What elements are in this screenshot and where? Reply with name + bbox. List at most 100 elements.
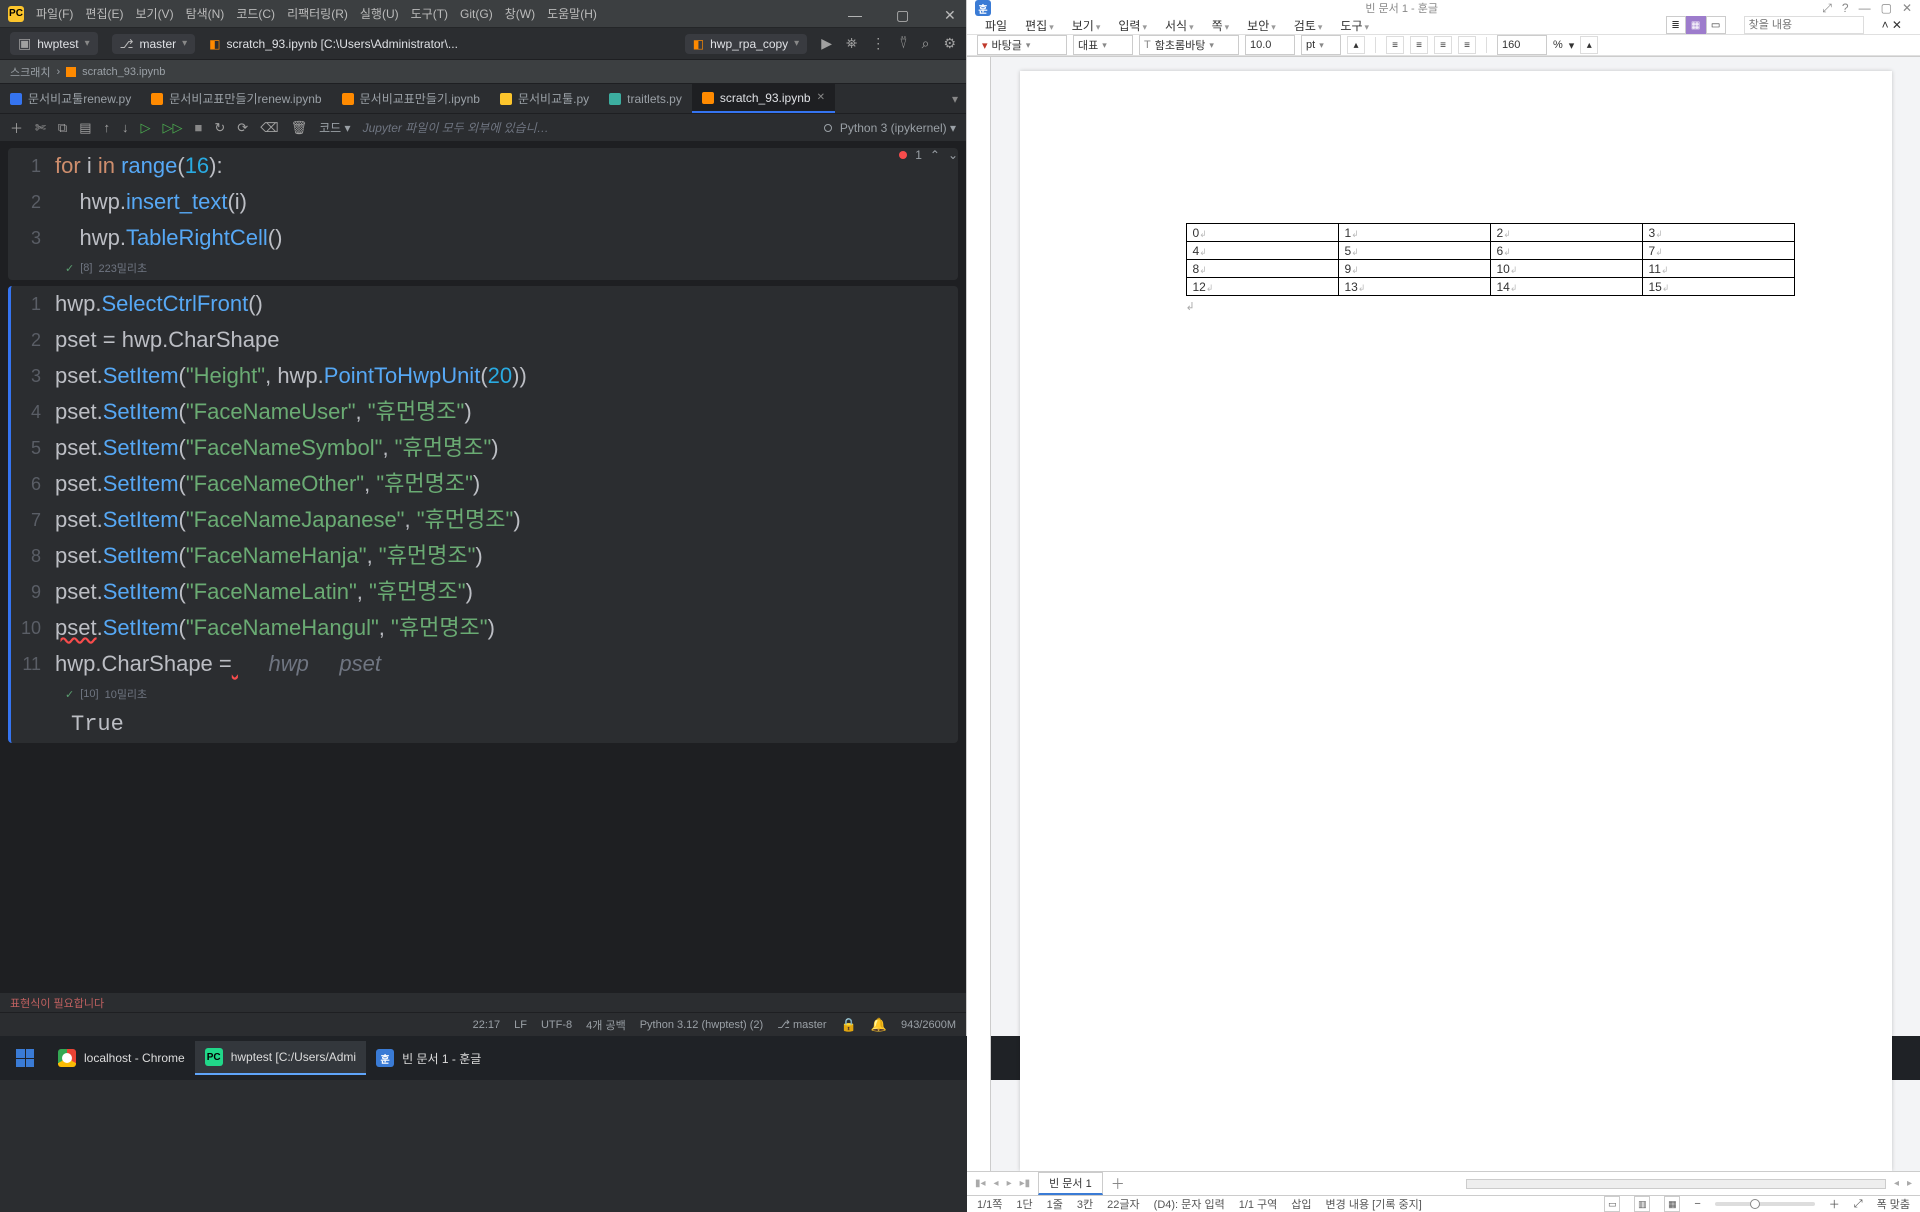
scroll-right-icon[interactable]: ▸ (1907, 1178, 1912, 1189)
table-cell[interactable]: 9↲ (1338, 260, 1490, 278)
page-1[interactable]: 0↲1↲2↲3↲4↲5↲6↲7↲8↲9↲10↲11↲12↲13↲14↲15↲ ↲ (1020, 71, 1892, 1171)
maximize-icon[interactable]: ▢ (1881, 1, 1892, 15)
minimize-icon[interactable]: ― (1859, 1, 1871, 15)
table-cell[interactable]: 14↲ (1490, 278, 1642, 296)
expand-down-icon[interactable]: ⌄ (948, 148, 958, 162)
typo-dropdown[interactable]: 대표▾ (1073, 35, 1133, 55)
search-icon[interactable]: ⌕ (922, 35, 930, 52)
zoom-dropdown[interactable]: 160 (1497, 35, 1547, 55)
horizontal-ruler[interactable]: 141312111098765432112345 (967, 56, 1920, 57)
start-button[interactable] (8, 1041, 42, 1075)
settings-icon[interactable]: ⚙ (943, 35, 956, 52)
table-cell[interactable]: 0↲ (1186, 224, 1338, 242)
document-table[interactable]: 0↲1↲2↲3↲4↲5↲6↲7↲8↲9↲10↲11↲12↲13↲14↲15↲ (1186, 223, 1795, 296)
hwp-menu-edit[interactable]: 편집▾ (1025, 17, 1054, 34)
view-layout-3-icon[interactable]: ▦ (1664, 1196, 1680, 1212)
compact-icon[interactable]: ⤢ (1822, 1, 1832, 16)
track-changes[interactable]: 변경 내용 [기록 중지] (1326, 1196, 1422, 1212)
prev-page-icon[interactable]: ◂ (994, 1178, 999, 1189)
table-cell[interactable]: 10↲ (1490, 260, 1642, 278)
stop-icon[interactable]: ■ (195, 120, 203, 135)
account-icon[interactable]: ⍢ (899, 35, 907, 52)
code-cell-2[interactable]: 1hwp.SelectCtrlFront() 2pset = hwp.CharS… (8, 286, 958, 743)
font-dropdown[interactable]: T함초롬바탕▾ (1139, 35, 1239, 55)
paste-icon[interactable]: ▤ (79, 120, 91, 136)
hwp-menu-review[interactable]: 검토▾ (1294, 17, 1323, 34)
hwp-menu-view[interactable]: 보기▾ (1072, 17, 1101, 34)
menu-navigate[interactable]: 탐색(N) (186, 5, 225, 22)
menu-git[interactable]: Git(G) (460, 7, 493, 21)
align-justify-icon[interactable]: ≡ (1458, 36, 1476, 54)
copy-icon[interactable]: ⧉ (58, 120, 67, 136)
notifications-icon[interactable]: 🔔 (871, 1017, 887, 1033)
run-cell-icon[interactable]: ▷ (141, 120, 151, 136)
close-icon[interactable]: ✕ (1902, 1, 1912, 15)
vertical-ruler[interactable] (967, 57, 991, 1171)
align-right-icon[interactable]: ≡ (1434, 36, 1452, 54)
tab-file-1[interactable]: 문서비교표만들기renew.ipynb (141, 84, 331, 113)
line-separator[interactable]: LF (514, 1019, 527, 1031)
menu-run[interactable]: 실행(U) (360, 5, 399, 22)
view-layout-2-icon[interactable]: ▥ (1634, 1196, 1650, 1212)
run-config-selector[interactable]: ◧ hwp_rpa_copy ▾ (685, 34, 807, 54)
hwp-menu-file[interactable]: 파일 (985, 17, 1007, 34)
zoom-step-icon[interactable]: ▴ (1580, 36, 1598, 54)
view-layout-1-icon[interactable]: ▭ (1604, 1196, 1620, 1212)
scroll-left-icon[interactable]: ◂ (1894, 1178, 1899, 1189)
hwp-menu-input[interactable]: 입력▾ (1118, 17, 1147, 34)
add-document-icon[interactable]: ＋ (1111, 1174, 1125, 1194)
next-page-icon[interactable]: ▸ (1007, 1178, 1012, 1189)
table-cell[interactable]: 7↲ (1642, 242, 1794, 260)
current-file-crumb[interactable]: ◧ scratch_93.ipynb [C:\Users\Administrat… (209, 37, 458, 51)
view-mode-3[interactable]: ▭ (1706, 16, 1726, 34)
git-branch-status[interactable]: ⎇ master (777, 1018, 826, 1031)
menu-code[interactable]: 코드(C) (236, 5, 275, 22)
table-cell[interactable]: 1↲ (1338, 224, 1490, 242)
close-icon[interactable]: ✕ (944, 7, 958, 21)
style-dropdown[interactable]: ▾바탕글▾ (977, 35, 1067, 55)
align-left-icon[interactable]: ≡ (1386, 36, 1404, 54)
font-size-dropdown[interactable]: 10.0 (1245, 35, 1295, 55)
branch-selector[interactable]: ⎇ master ▾ (112, 34, 196, 54)
interpreter[interactable]: Python 3.12 (hwptest) (2) (640, 1019, 764, 1031)
zoom-slider[interactable] (1715, 1202, 1815, 1206)
table-cell[interactable]: 2↲ (1490, 224, 1642, 242)
size-up-icon[interactable]: ▴ (1347, 36, 1365, 54)
tab-file-3[interactable]: 문서비교툴.py (490, 84, 599, 113)
clear-output-icon[interactable]: ⌫ (260, 120, 278, 136)
help-icon[interactable]: ? (1842, 1, 1849, 15)
caret-position[interactable]: 22:17 (473, 1019, 501, 1031)
first-page-icon[interactable]: ▮◂ (975, 1178, 986, 1189)
search-input[interactable] (1744, 16, 1864, 34)
hwp-menu-security[interactable]: 보안▾ (1247, 17, 1276, 34)
table-cell[interactable]: 3↲ (1642, 224, 1794, 242)
align-center-icon[interactable]: ≡ (1410, 36, 1428, 54)
tab-file-5[interactable]: scratch_93.ipynb✕ (692, 84, 835, 113)
minimize-icon[interactable]: ― (848, 7, 862, 21)
project-selector[interactable]: ▣ hwptest ▾ (10, 32, 98, 55)
table-row[interactable]: 12↲13↲14↲15↲ (1186, 278, 1794, 296)
toolbar-chevron-icon[interactable]: ˄ ✕ (1882, 18, 1902, 32)
memory-indicator[interactable]: 943/2600M (901, 1019, 956, 1031)
code-cell-1[interactable]: 1for i in range(16): 2 hwp.insert_text(i… (8, 148, 958, 280)
view-mode-2[interactable]: ▦ (1686, 16, 1706, 34)
expand-up-icon[interactable]: ⌃ (930, 148, 940, 162)
font-unit-dropdown[interactable]: pt▾ (1301, 35, 1341, 55)
chevron-down-icon[interactable]: ▾ (1569, 39, 1575, 52)
restart-run-icon[interactable]: ⟳ (237, 120, 248, 136)
zoom-out-icon[interactable]: − (1694, 1198, 1700, 1210)
taskbar-task[interactable]: PChwptest [C:/Users/Admi (195, 1041, 366, 1075)
table-cell[interactable]: 13↲ (1338, 278, 1490, 296)
last-page-icon[interactable]: ▸▮ (1020, 1178, 1031, 1189)
table-cell[interactable]: 4↲ (1186, 242, 1338, 260)
crumb-root[interactable]: 스크래치 (10, 64, 50, 80)
horizontal-scrollbar[interactable] (1466, 1179, 1886, 1189)
move-up-icon[interactable]: ↑ (104, 120, 111, 135)
tabs-dropdown-icon[interactable]: ▾ (944, 84, 966, 113)
document-tab[interactable]: 빈 문서 1 (1038, 1172, 1103, 1195)
run-all-icon[interactable]: ▷▷ (163, 120, 183, 136)
taskbar-task[interactable]: localhost - Chrome (48, 1041, 195, 1075)
zoom-fit-icon[interactable]: ⤢ (1854, 1198, 1863, 1211)
close-tab-icon[interactable]: ✕ (817, 92, 825, 103)
menu-window[interactable]: 창(W) (505, 5, 535, 22)
